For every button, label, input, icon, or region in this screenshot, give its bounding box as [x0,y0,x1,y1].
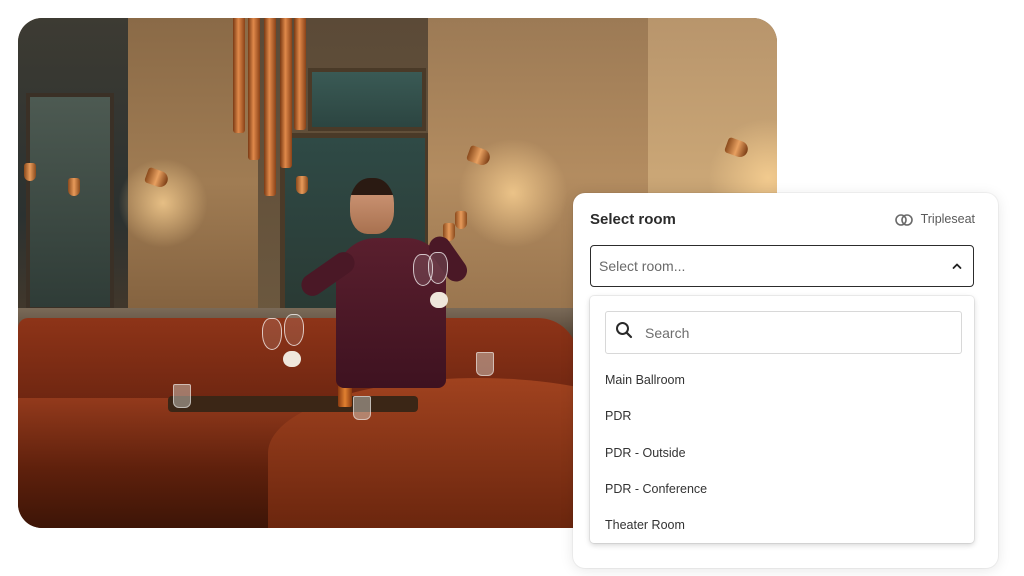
tripleseat-logo-icon [894,213,913,226]
room-option-pdr-conference[interactable]: PDR - Conference [605,482,707,496]
search-icon [615,321,633,344]
select-room-card: Select room Tripleseat Select room... Se… [573,193,998,568]
room-option-main-ballroom[interactable]: Main Ballroom [605,373,685,387]
card-title: Select room [590,211,676,228]
brand-label: Tripleseat [920,212,975,226]
room-select-placeholder: Select room... [599,258,686,274]
chevron-up-icon[interactable] [951,260,963,272]
room-option-pdr-outside[interactable]: PDR - Outside [605,446,686,460]
room-option-theater-room[interactable]: Theater Room [605,518,685,532]
room-dropdown: Main Ballroom PDR PDR - Outside PDR - Co… [590,296,974,543]
search-field[interactable] [605,311,962,354]
room-option-pdr[interactable]: PDR [605,409,631,423]
brand: Tripleseat [894,212,975,226]
search-input[interactable] [643,323,947,342]
room-select[interactable]: Select room... [590,245,974,287]
